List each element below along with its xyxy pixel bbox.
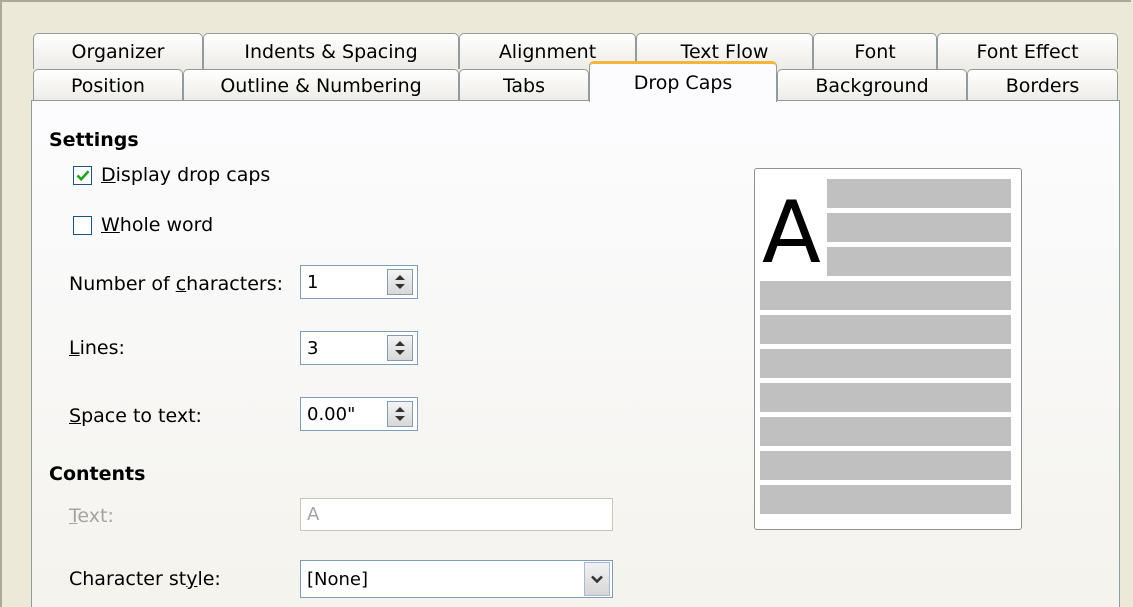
display-drop-caps-label[interactable]: Display drop caps <box>101 164 270 186</box>
tab-organizer[interactable]: Organizer <box>33 33 203 69</box>
tab-background-label: Background <box>815 75 929 97</box>
chevron-down-icon <box>591 575 603 583</box>
tab-position[interactable]: Position <box>33 69 183 102</box>
preview-line <box>760 417 1011 446</box>
preview-line <box>760 485 1011 514</box>
spin-down-icon <box>395 284 405 289</box>
text-label: Text: <box>69 505 114 527</box>
contents-heading: Contents <box>49 463 146 485</box>
noc-accel: c <box>175 273 187 295</box>
cs-accel: y <box>186 568 198 590</box>
tab-borders-label: Borders <box>1005 75 1080 97</box>
number-of-characters-label: Number of characters: <box>69 273 283 295</box>
noc-post: haracters: <box>186 273 284 295</box>
tab-font[interactable]: Font <box>813 33 937 69</box>
tab-organizer-label: Organizer <box>71 40 165 63</box>
tab-font-effect-label: Font Effect <box>976 40 1079 63</box>
tab-indents-spacing-label: Indents & Spacing <box>244 40 418 63</box>
space-to-text-accel: S <box>69 405 82 427</box>
preview-line <box>827 179 1011 208</box>
tab-outline-numbering[interactable]: Outline & Numbering <box>183 69 459 102</box>
cs-value: [None] <box>307 568 369 590</box>
tab-position-label: Position <box>71 75 145 97</box>
tab-indents-spacing[interactable]: Indents & Spacing <box>203 33 459 69</box>
preview-line <box>760 315 1011 344</box>
spin-down-icon <box>395 416 405 421</box>
preview-line <box>827 213 1011 242</box>
check-mark-icon <box>76 170 89 182</box>
preview-line <box>760 383 1011 412</box>
whole-word-checkbox[interactable] <box>73 216 92 235</box>
whole-word-label[interactable]: Whole word <box>101 214 213 236</box>
text-value: A <box>307 504 320 525</box>
space-to-text-text: pace to text: <box>81 405 202 427</box>
spin-up-icon <box>395 341 405 346</box>
lines-spinner[interactable] <box>387 335 413 361</box>
character-style-label: Character style: <box>69 568 221 590</box>
preview-drop-letter: A <box>762 183 821 283</box>
tab-outline-numbering-label: Outline & Numbering <box>220 75 422 97</box>
preview-line <box>760 451 1011 480</box>
tab-alignment-label: Alignment <box>498 40 597 63</box>
text-input[interactable]: A <box>300 498 613 531</box>
space-to-text-label: Space to text: <box>69 405 202 427</box>
tab-tabs[interactable]: Tabs <box>459 69 589 102</box>
cs-post: le: <box>197 568 221 590</box>
tab-tabs-label: Tabs <box>502 75 546 97</box>
noc-pre: Number of <box>69 273 176 295</box>
cs-pre: Character st <box>69 568 187 590</box>
preview-line <box>760 349 1011 378</box>
lines-value: 3 <box>307 337 319 359</box>
tab-font-label: Font <box>854 40 896 63</box>
noc-value: 1 <box>307 271 319 293</box>
display-drop-caps-checkbox[interactable] <box>73 166 92 185</box>
tab-borders[interactable]: Borders <box>967 69 1118 102</box>
character-style-select[interactable]: [None] <box>300 560 613 598</box>
display-drop-caps-text: isplay drop caps <box>115 164 271 186</box>
spin-down-icon <box>395 350 405 355</box>
tab-background[interactable]: Background <box>777 69 967 102</box>
settings-heading: Settings <box>49 129 139 151</box>
drop-caps-panel: Settings Display drop caps Whole word Nu… <box>31 100 1120 607</box>
tab-font-effect[interactable]: Font Effect <box>937 33 1118 69</box>
lines-text: ines: <box>79 337 125 359</box>
tab-text-flow-label: Text Flow <box>680 40 769 63</box>
lines-accel: L <box>69 337 80 359</box>
spin-up-icon <box>395 407 405 412</box>
tab-drop-caps[interactable]: Drop Caps <box>589 61 777 102</box>
tab-drop-caps-label: Drop Caps <box>633 72 733 94</box>
space-to-text-value: 0.00" <box>307 403 356 425</box>
preview-line <box>827 247 1011 276</box>
number-of-characters-spinner[interactable] <box>387 269 413 295</box>
whole-word-accel: W <box>101 214 120 236</box>
preview-line <box>760 281 1011 310</box>
drop-caps-preview: A <box>754 168 1022 530</box>
display-drop-caps-accel: D <box>101 164 116 186</box>
text-text: ext: <box>77 505 114 527</box>
character-style-dropdown-button[interactable] <box>584 562 610 596</box>
lines-label: Lines: <box>69 337 125 359</box>
spin-up-icon <box>395 275 405 280</box>
space-to-text-spinner[interactable] <box>387 401 413 427</box>
whole-word-text: hole word <box>119 214 214 236</box>
